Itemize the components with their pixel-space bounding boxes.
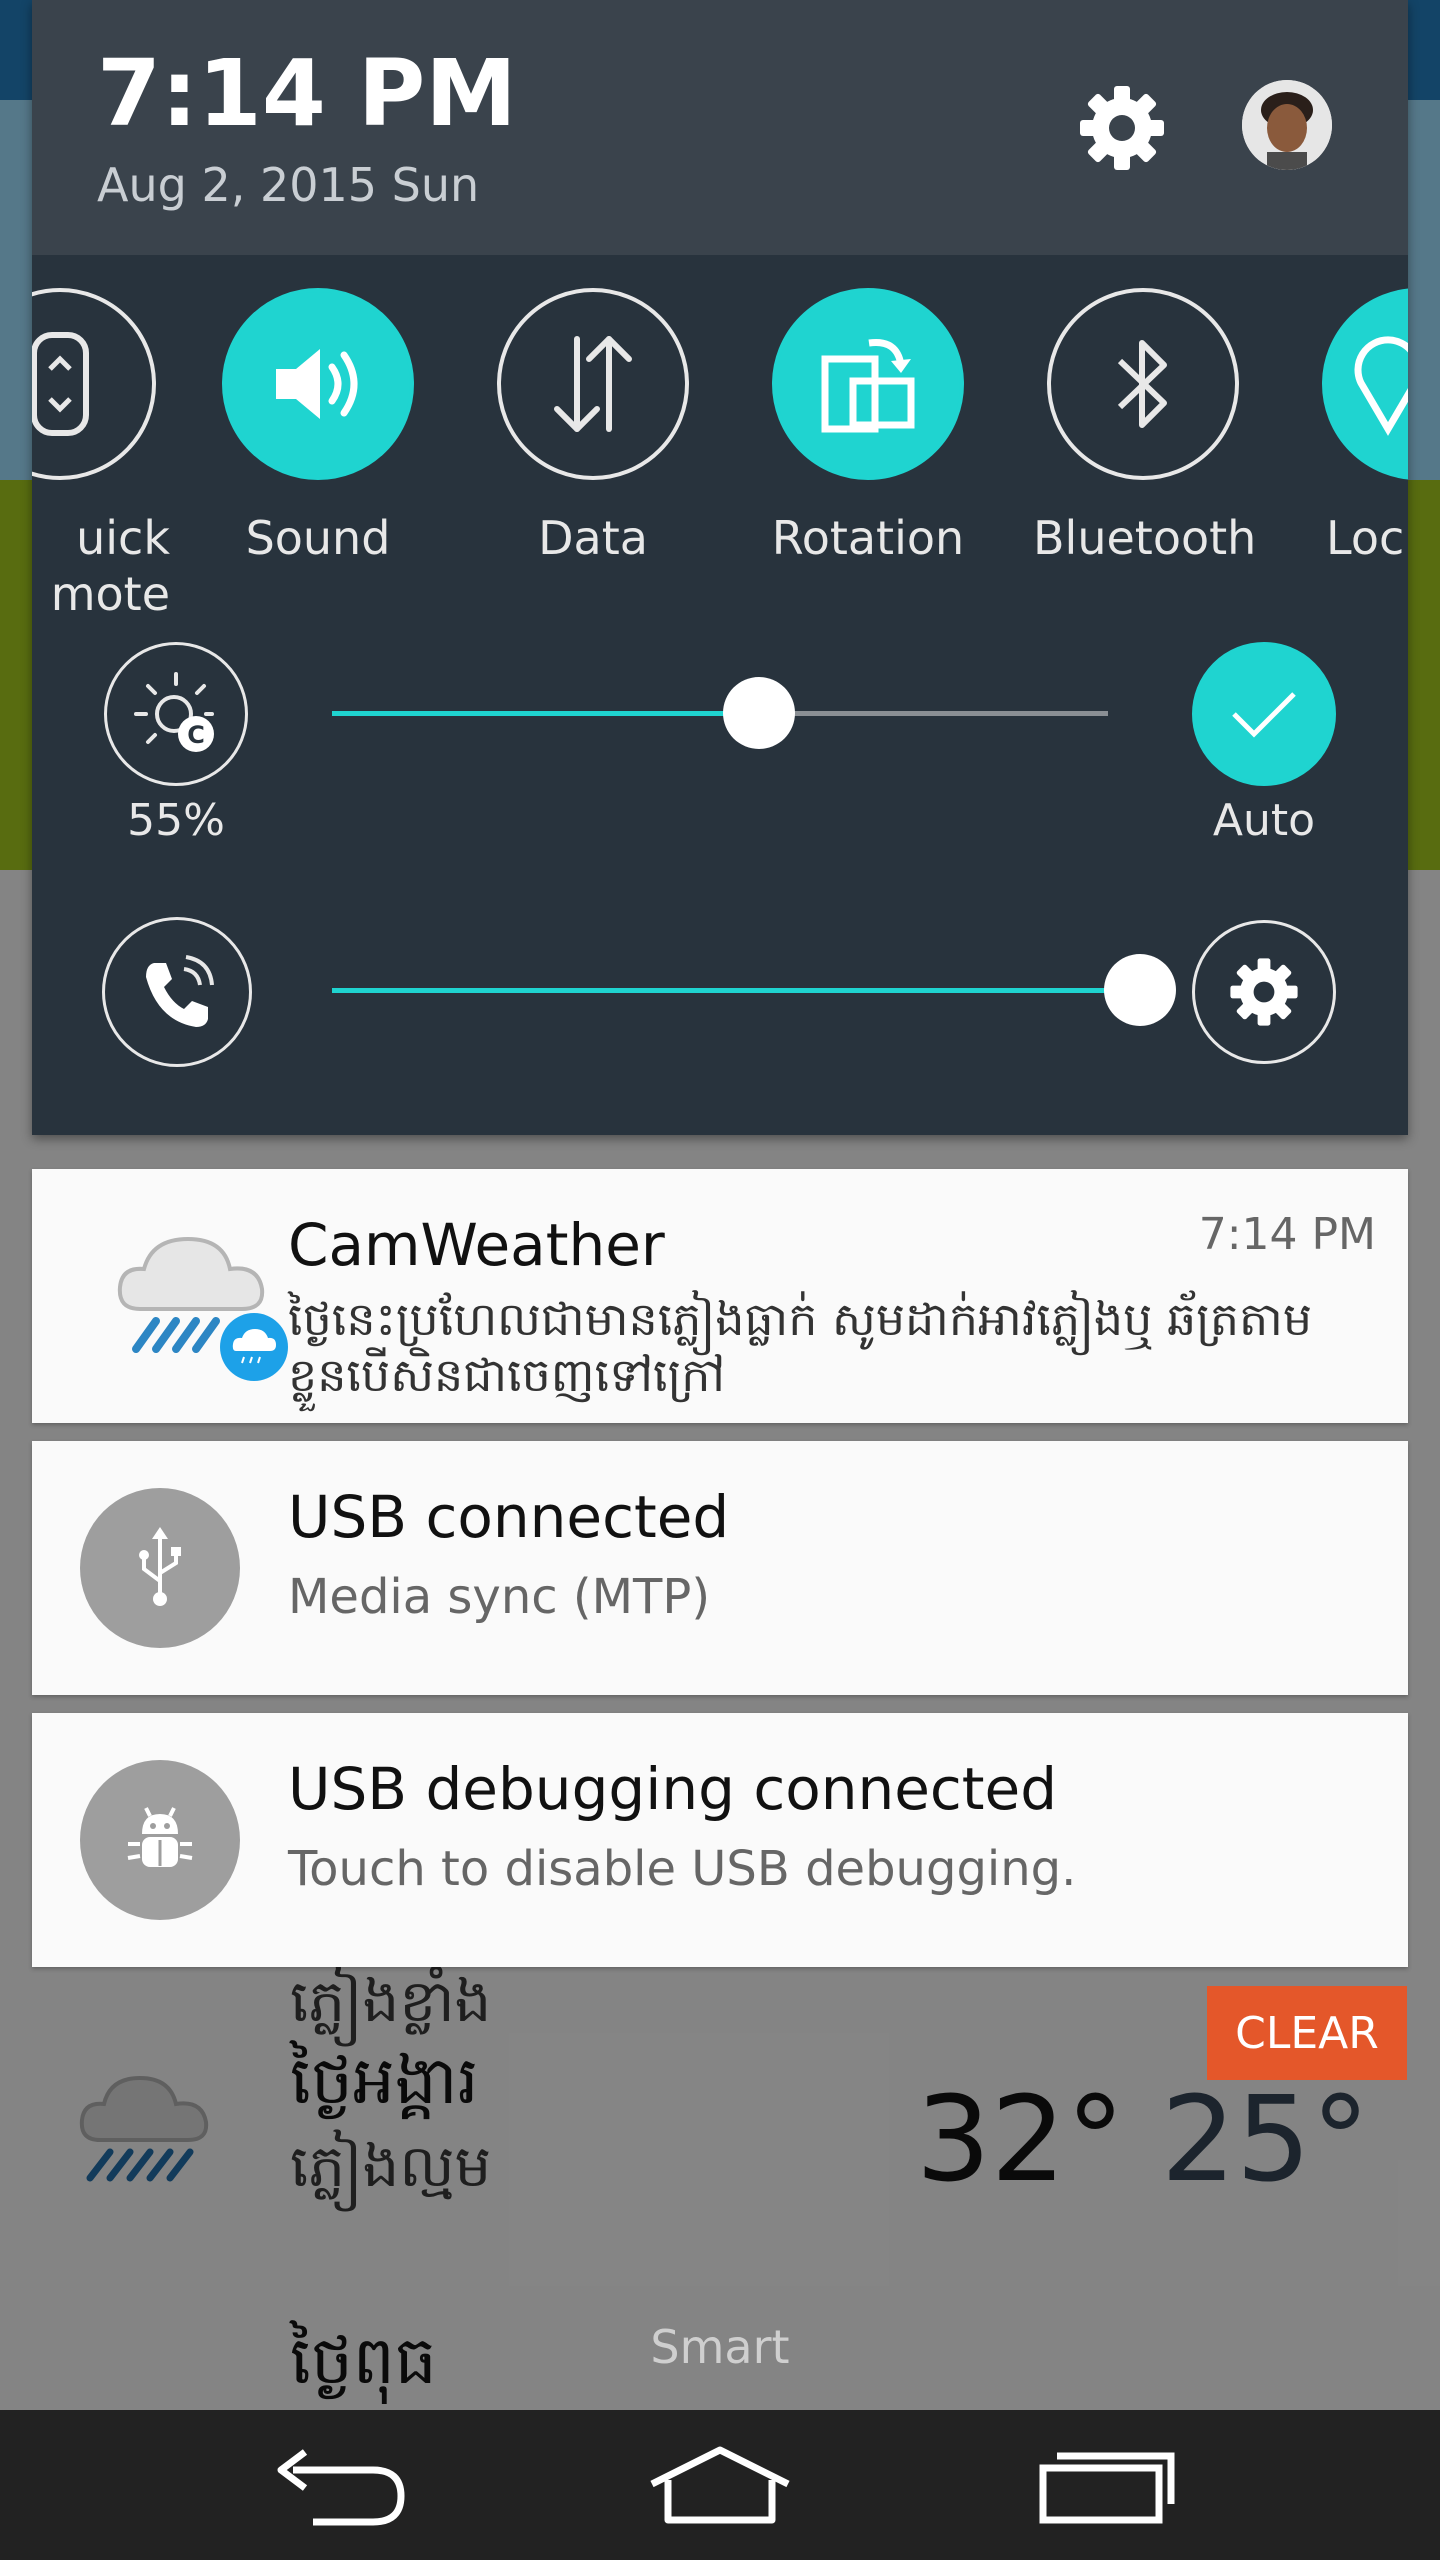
usb-icon (139, 1527, 181, 1606)
back-arrow-icon (277, 2449, 405, 2526)
tile-quick-memo[interactable]: uick mote (32, 288, 170, 622)
svg-text:C: C (187, 721, 205, 749)
notification-usb-debugging[interactable]: USB debugging connected Touch to disable… (32, 1713, 1408, 1967)
tile-rotation[interactable]: Rotation (758, 288, 978, 566)
gear-icon (1230, 958, 1298, 1026)
tile-location-label: Loc (1326, 511, 1405, 565)
tile-data-label: Data (538, 511, 648, 565)
recent-apps-icon (1039, 2452, 1175, 2524)
avatar-photo-icon (1242, 80, 1332, 170)
ringtone-slider-thumb[interactable] (1104, 954, 1176, 1026)
rotation-icon (821, 338, 915, 433)
tile-sound[interactable]: Sound (208, 288, 428, 566)
notification-usb-connected[interactable]: USB connected Media sync (MTP) (32, 1441, 1408, 1695)
usb-icon-circle (80, 1488, 240, 1648)
user-avatar[interactable] (1242, 80, 1332, 170)
notification-title: USB debugging connected (288, 1755, 1058, 1823)
recent-apps-button[interactable] (1012, 2430, 1192, 2540)
bluetooth-icon (1117, 340, 1167, 428)
tile-rotation-circle (772, 288, 964, 480)
notification-time: 7:14 PM (1198, 1209, 1376, 1260)
location-icon (1354, 336, 1408, 436)
back-button[interactable] (248, 2430, 428, 2540)
notification-subtitle: Media sync (MTP) (288, 1569, 711, 1625)
tile-data-circle (497, 288, 689, 480)
check-icon (1232, 692, 1296, 738)
brightness-percent: 55% (127, 795, 225, 846)
clear-notifications-button[interactable]: CLEAR (1207, 1986, 1407, 2080)
notification-app-name: CamWeather (288, 1211, 665, 1279)
auto-brightness-label: Auto (1212, 795, 1316, 846)
smart-label: Smart (650, 2320, 790, 2374)
tile-location-circle (1322, 288, 1408, 480)
android-bug-icon-circle (80, 1760, 240, 1920)
brightness-sun-icon: C (134, 672, 214, 752)
speaker-icon (276, 349, 358, 419)
tile-location[interactable]: Loc (1308, 288, 1408, 566)
tile-bluetooth-label: Bluetooth (1033, 511, 1257, 565)
tile-bluetooth[interactable]: Bluetooth (1033, 288, 1257, 566)
notification-title: USB connected (288, 1483, 730, 1551)
tile-rotation-label: Rotation (771, 511, 965, 565)
settings-gear-icon[interactable] (1072, 78, 1172, 178)
brightness-icon-button[interactable]: C (104, 642, 248, 786)
shade-header: 7:14 PM Aug 2, 2015 Sun (32, 0, 1408, 255)
home-button[interactable] (630, 2430, 810, 2540)
ringtone-slider-fill (332, 988, 1140, 993)
phone-ring-icon (146, 955, 214, 1027)
tile-bluetooth-circle (1047, 288, 1239, 480)
tile-sound-circle (222, 288, 414, 480)
clock: 7:14 PM (97, 40, 517, 147)
date: Aug 2, 2015 Sun (97, 158, 480, 212)
sound-settings-button[interactable] (1192, 920, 1336, 1064)
tile-sound-label: Sound (245, 511, 391, 565)
notification-text: ថ្ងៃនេះប្រហែលជាមានភ្លៀងធ្លាក់ សូមដាក់អាវ… (288, 1292, 1313, 1402)
weather-rain-icon (117, 1236, 288, 1381)
brightness-slider-thumb[interactable] (722, 677, 795, 749)
tile-quick-memo-label: uick mote (50, 511, 170, 621)
auto-brightness-toggle[interactable] (1192, 642, 1336, 786)
quick-memo-icon (32, 332, 89, 436)
home-icon (650, 2446, 790, 2524)
brightness-slider-fill (332, 711, 759, 716)
android-bug-icon (127, 1807, 193, 1867)
navigation-bar (0, 2410, 1440, 2560)
data-arrows-icon (554, 336, 632, 432)
ringtone-icon-button[interactable] (102, 917, 252, 1067)
tile-quick-memo-circle (32, 288, 156, 480)
notification-shade: 7:14 PM Aug 2, 2015 Sun uick mote Sound … (32, 0, 1408, 1135)
notification-camweather[interactable]: CamWeather 7:14 PM ថ្ងៃនេះប្រហែលជាមានភ្ល… (32, 1169, 1408, 1423)
notification-subtitle: Touch to disable USB debugging. (288, 1841, 1077, 1897)
tile-data[interactable]: Data (483, 288, 703, 566)
